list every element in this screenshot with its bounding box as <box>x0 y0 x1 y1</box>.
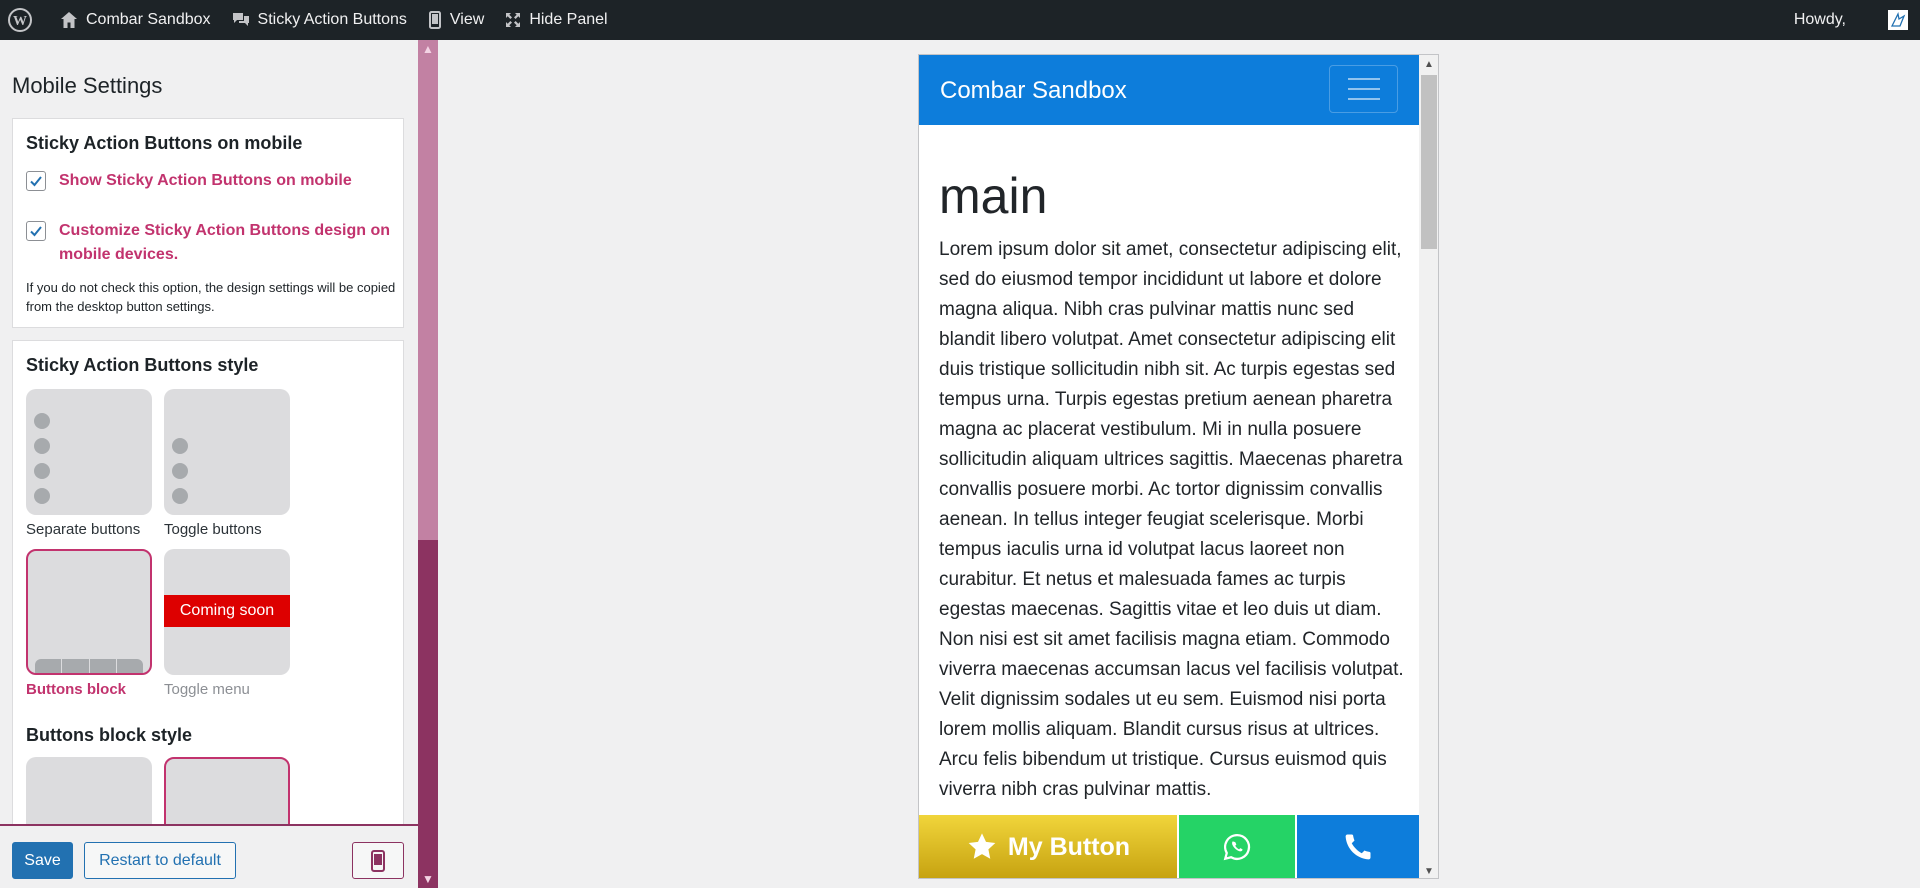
admin-bar-hide-panel-link[interactable]: Hide Panel <box>494 0 617 40</box>
preview-scroll-down-icon[interactable]: ▼ <box>1419 862 1438 878</box>
style-option-label: Separate buttons <box>26 521 141 538</box>
sticky-action-buttons-block: My Button <box>919 815 1419 878</box>
buttons-block-preview <box>35 659 143 673</box>
coming-soon-badge: Coming soon <box>164 595 290 627</box>
customize-hint-text: If you do not check this option, the des… <box>26 280 396 314</box>
mobile-section-heading: Sticky Action Buttons on mobile <box>26 133 303 153</box>
button-style-card: Sticky Action Buttons style Separate but… <box>12 340 404 824</box>
my-button[interactable]: My Button <box>919 815 1179 878</box>
restart-to-default-button[interactable]: Restart to default <box>84 842 236 879</box>
mobile-visibility-card: Sticky Action Buttons on mobile Show Sti… <box>12 118 404 328</box>
admin-bar-site-link[interactable]: Combar Sandbox <box>49 0 221 40</box>
whatsapp-button[interactable] <box>1179 815 1297 878</box>
fullscreen-icon <box>506 13 521 27</box>
svg-text:W: W <box>13 14 27 29</box>
scroll-down-arrow-icon[interactable]: ▼ <box>418 870 438 888</box>
preview-scroll-up-icon[interactable]: ▲ <box>1419 55 1438 73</box>
wordpress-logo-icon[interactable]: W <box>0 0 49 40</box>
preview-brand[interactable]: Combar Sandbox <box>940 77 1127 105</box>
show-on-mobile-option[interactable]: Show Sticky Action Buttons on mobile <box>26 171 352 193</box>
preview-navbar: Combar Sandbox <box>919 55 1419 125</box>
dot-icon <box>34 438 50 454</box>
dot-icon <box>172 463 188 479</box>
dot-icon <box>34 463 50 479</box>
preview-scrollbar-thumb[interactable] <box>1421 75 1437 249</box>
preview-scrollbar[interactable]: ▲ ▼ <box>1419 55 1438 878</box>
avatar[interactable] <box>1888 10 1908 30</box>
admin-bar-view-link[interactable]: View <box>417 0 494 40</box>
preview-page-heading: main <box>939 168 1048 224</box>
scroll-up-arrow-icon[interactable]: ▲ <box>418 40 438 58</box>
dot-icon <box>172 438 188 454</box>
style-option-toggle-buttons[interactable] <box>164 389 290 515</box>
customize-design-label: Customize Sticky Action Buttons design o… <box>59 222 390 263</box>
settings-scroll-area: Mobile Settings Sticky Action Buttons on… <box>0 40 418 824</box>
star-icon <box>968 833 996 859</box>
show-on-mobile-checkbox[interactable] <box>26 171 46 191</box>
howdy-greeting[interactable]: Howdy, <box>1784 11 1888 29</box>
dot-icon <box>34 413 50 429</box>
save-button[interactable]: Save <box>12 842 73 879</box>
style-option-toggle-menu: Coming soon <box>164 549 290 675</box>
home-icon <box>61 12 77 28</box>
admin-bar: W Combar Sandbox Sticky Action Buttons V… <box>0 0 1920 40</box>
comments-icon <box>232 13 249 26</box>
show-on-mobile-label: Show Sticky Action Buttons on mobile <box>59 172 352 189</box>
panel-scrollbar-thumb[interactable] <box>418 40 438 540</box>
my-button-label: My Button <box>1007 832 1131 861</box>
whatsapp-icon <box>1223 833 1251 861</box>
customize-design-checkbox[interactable] <box>26 221 46 241</box>
dot-icon <box>172 488 188 504</box>
site-name: Combar Sandbox <box>86 11 211 28</box>
block-style-heading: Buttons block style <box>26 725 193 745</box>
hide-panel-label: Hide Panel <box>529 11 608 28</box>
style-option-label-disabled: Toggle menu <box>164 681 250 698</box>
panel-scrollbar[interactable]: ▲ ▼ <box>418 40 438 888</box>
phone-icon <box>1345 834 1371 860</box>
style-option-buttons-block[interactable] <box>26 549 152 675</box>
panel-title: Mobile Settings <box>12 73 163 98</box>
checkmark-icon <box>30 176 42 187</box>
phone-button[interactable] <box>1297 815 1419 878</box>
mobile-device-icon <box>371 849 385 872</box>
block-style-option-2[interactable] <box>164 757 290 824</box>
checkmark-icon <box>30 226 42 237</box>
mobile-icon <box>428 11 441 29</box>
view-label: View <box>449 11 485 28</box>
plugin-name: Sticky Action Buttons <box>257 11 407 28</box>
panel-footer: Save Restart to default <box>0 824 418 888</box>
settings-panel: Mobile Settings Sticky Action Buttons on… <box>0 40 418 888</box>
customize-design-option[interactable]: Customize Sticky Action Buttons design o… <box>26 221 399 267</box>
style-section-heading: Sticky Action Buttons style <box>26 355 259 375</box>
dot-icon <box>34 488 50 504</box>
admin-bar-plugin-link[interactable]: Sticky Action Buttons <box>221 0 417 40</box>
style-option-label: Toggle buttons <box>164 521 262 538</box>
style-option-separate-buttons[interactable] <box>26 389 152 515</box>
block-style-option-1[interactable] <box>26 757 152 824</box>
device-toggle-button[interactable] <box>352 842 404 879</box>
mobile-preview-frame: Combar Sandbox main Lorem ipsum dolor si… <box>918 54 1439 879</box>
preview-body-text: Lorem ipsum dolor sit amet, consectetur … <box>939 239 1404 800</box>
style-option-label-selected: Buttons block <box>26 681 126 698</box>
hamburger-menu-icon[interactable] <box>1329 65 1398 113</box>
